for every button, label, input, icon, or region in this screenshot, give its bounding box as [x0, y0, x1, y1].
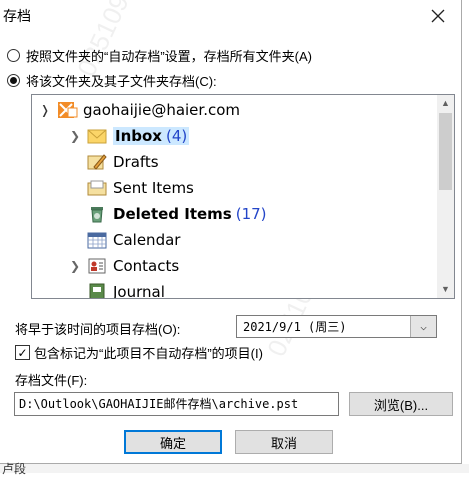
tree-item-journal-label: Journal: [113, 283, 165, 299]
tree-item-account-label: gaohaijie@haier.com: [83, 101, 241, 119]
include-no-autoarchive-label: 包含标记为“此项目不自动存档”的项目(I): [34, 346, 263, 361]
watermark-top: 025109: [71, 0, 135, 81]
browse-button[interactable]: 浏览(B)...: [349, 392, 453, 416]
account-icon: [58, 102, 78, 118]
cancel-button[interactable]: 取消: [235, 430, 333, 454]
tree-item-contacts[interactable]: ❯ Contacts: [68, 253, 179, 279]
close-icon: [431, 9, 445, 23]
tree-scrollbar[interactable]: ▲ ▼: [437, 95, 454, 298]
tree-item-contacts-label: Contacts: [113, 257, 180, 275]
tree-item-deleted[interactable]: Deleted Items (17): [86, 201, 267, 227]
checkmark-icon[interactable]: ✓: [15, 345, 30, 360]
expand-down-icon[interactable]: ❭: [38, 103, 52, 117]
tree-item-sent-label: Sent Items: [113, 179, 194, 197]
tree-item-calendar-label: Calendar: [113, 231, 181, 249]
tree-item-sent[interactable]: Sent Items: [86, 175, 194, 201]
radio-archive-folder-circle[interactable]: [7, 74, 20, 87]
inbox-icon: [87, 129, 107, 144]
include-no-autoarchive-checkbox[interactable]: ✓ 包含标记为“此项目不自动存档”的项目(I): [15, 343, 263, 362]
scroll-up-icon[interactable]: ▲: [437, 95, 454, 112]
radio-auto-archive-label: 按照文件夹的“自动存档”设置，存档所有文件夹(A): [26, 49, 312, 64]
deleted-count: (17): [235, 205, 267, 223]
inbox-count: (4): [165, 127, 188, 145]
close-button[interactable]: [420, 2, 456, 30]
radio-archive-folder[interactable]: 将该文件夹及其子文件夹存档(C):: [7, 71, 217, 90]
journal-icon: [89, 283, 105, 298]
archive-file-input[interactable]: D:\Outlook\GAOHAIJIE邮件存档\archive.pst: [14, 392, 339, 416]
background-window-strip: 卢段: [0, 462, 469, 476]
archive-file-label: 存档文件(F):: [15, 373, 88, 388]
tree-item-calendar[interactable]: Calendar: [86, 227, 180, 253]
scroll-down-icon[interactable]: ▼: [437, 281, 454, 298]
tree-item-drafts[interactable]: Drafts: [86, 149, 159, 175]
sent-items-icon: [87, 180, 107, 196]
tree-item-inbox-label: Inbox: [115, 127, 162, 145]
tree-item-account[interactable]: ❭ gaohaijie@haier.com: [38, 97, 240, 123]
chevron-down-icon[interactable]: ⌵: [410, 316, 436, 337]
scroll-thumb[interactable]: [439, 113, 452, 190]
contacts-icon: [88, 258, 106, 274]
archive-date-combo[interactable]: 2021/9/1 (周三) ⌵: [236, 315, 437, 338]
tree-item-drafts-label: Drafts: [113, 153, 159, 171]
tree-item-deleted-label: Deleted Items: [113, 205, 232, 223]
tree-item-journal[interactable]: Journal: [86, 279, 165, 299]
tree-item-inbox[interactable]: ❯ Inbox (4): [68, 123, 190, 149]
archive-before-label: 将早于该时间的项目存档(O):: [15, 322, 181, 337]
archive-date-value: 2021/9/1 (周三): [243, 320, 347, 334]
background-text-fragment: 卢段: [2, 462, 27, 476]
radio-auto-archive-circle[interactable]: [7, 49, 20, 62]
expand-right-icon[interactable]: ❯: [68, 129, 82, 143]
trash-icon: [91, 207, 103, 223]
expand-right-icon[interactable]: ❯: [68, 259, 82, 273]
ok-button[interactable]: 确定: [124, 430, 222, 454]
radio-archive-folder-label: 将该文件夹及其子文件夹存档(C):: [26, 74, 217, 89]
archive-dialog: 025109 025109 存档 按照文件夹的“自动存档”设置，存档所有文件夹(…: [0, 0, 462, 464]
dialog-title: 存档: [3, 8, 31, 24]
drafts-icon: [87, 154, 107, 170]
folder-tree[interactable]: ❭ gaohaijie@haier.com ❯ Inbox(4) Drafts: [31, 94, 455, 299]
radio-auto-archive[interactable]: 按照文件夹的“自动存档”设置，存档所有文件夹(A): [7, 46, 312, 65]
calendar-icon: [87, 232, 107, 249]
